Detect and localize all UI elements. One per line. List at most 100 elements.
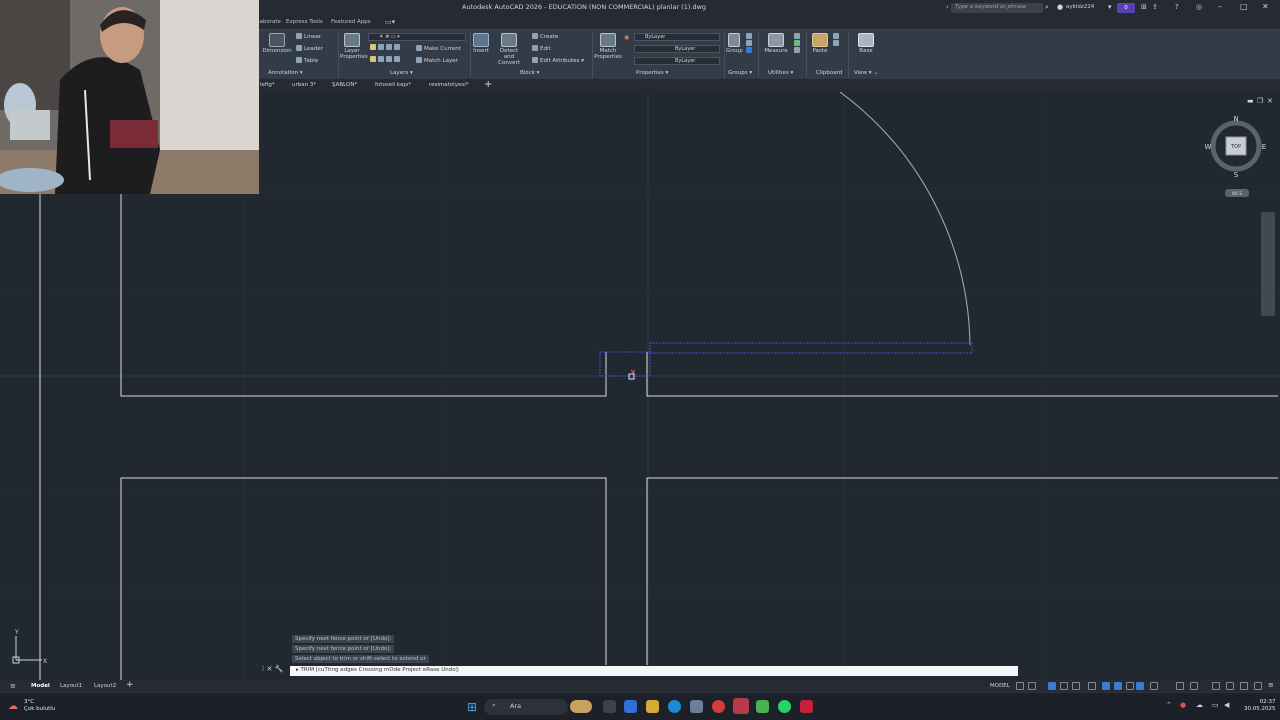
widgets-icon[interactable] xyxy=(624,700,637,713)
viewcube-face-label[interactable]: TOP xyxy=(1230,144,1241,150)
close-command-icon[interactable]: ✕ xyxy=(266,665,272,673)
chevron-right-icon[interactable]: › xyxy=(946,3,949,11)
maximize-button[interactable]: □ xyxy=(1240,2,1248,11)
navigation-bar[interactable] xyxy=(1261,212,1275,316)
recording-app-icon[interactable] xyxy=(733,698,749,714)
clipboard-tools[interactable] xyxy=(833,33,841,47)
model-space-label[interactable]: MODEL xyxy=(990,683,1010,689)
taskbar-search[interactable]: ⌕ Ara xyxy=(484,699,568,715)
ortho-toggle-icon[interactable] xyxy=(1048,682,1056,690)
group-button[interactable]: Group xyxy=(726,33,743,54)
annotation-group-label[interactable]: Annotation ▾ xyxy=(268,70,303,76)
clipboard-group-label[interactable]: Clipboard xyxy=(816,70,842,76)
network-icon[interactable]: ▭ xyxy=(1212,701,1219,709)
layer-dropdown[interactable]: ☀ ❄ ▭ ▾ xyxy=(368,33,466,41)
tray-overflow-icon[interactable]: ⌃ xyxy=(1166,701,1172,709)
user-icon[interactable]: ● xyxy=(1057,3,1063,11)
utilities-group-label[interactable]: Utilities ▾ xyxy=(768,70,793,76)
linear-button[interactable]: Linear xyxy=(296,33,321,40)
file-tab[interactable]: ŞABLON* xyxy=(332,82,357,88)
paste-button[interactable]: Paste xyxy=(810,33,830,54)
groups-group-label[interactable]: Groups ▾ xyxy=(728,70,752,76)
ribbon-toggle-icon[interactable]: ▭▾ xyxy=(385,18,395,26)
tab-express-tools[interactable]: Express Tools xyxy=(286,19,323,25)
minimize-button[interactable]: – xyxy=(1218,2,1222,11)
match-properties-button[interactable]: Match Properties xyxy=(594,33,622,60)
file-tab[interactable]: lefig* xyxy=(260,82,275,88)
layout-tab-layout1[interactable]: Layout1 xyxy=(60,683,82,689)
search-highlight-icon[interactable] xyxy=(570,700,592,713)
osnap-track-icon[interactable] xyxy=(1088,682,1096,690)
measure-button[interactable]: Measure xyxy=(762,33,790,54)
search-input[interactable]: Type a keyword or phrase xyxy=(951,3,1043,13)
hamburger-menu-icon[interactable]: ≡ xyxy=(10,682,16,690)
add-layout-plus-icon[interactable]: + xyxy=(126,680,134,690)
dimension-button[interactable]: Dimension xyxy=(262,33,292,54)
customize-icon[interactable]: ⁝ xyxy=(262,665,264,673)
group-tools[interactable] xyxy=(746,33,754,54)
cart-icon[interactable]: ⊞ xyxy=(1141,3,1147,11)
customization-menu-icon[interactable]: ≡ xyxy=(1268,681,1274,689)
task-view-icon[interactable] xyxy=(603,700,616,713)
whatsapp-icon[interactable] xyxy=(778,700,791,713)
osnap-toggle-icon[interactable] xyxy=(1102,682,1110,690)
tab-collaborate[interactable]: laborate xyxy=(258,19,281,25)
weather-icon[interactable]: ☁ xyxy=(8,701,18,712)
base-button[interactable]: Base xyxy=(856,33,876,54)
command-line-tools[interactable]: ⁝ ✕ 🔧 xyxy=(262,665,283,673)
linetype-dropdown[interactable]: ByLayer xyxy=(634,45,720,53)
search-icon[interactable]: ⌕ xyxy=(1045,3,1049,12)
block-group-label[interactable]: Block ▾ xyxy=(520,70,539,76)
make-current-button[interactable]: Make Current xyxy=(416,45,461,52)
layers-group-label[interactable]: Layers ▾ xyxy=(390,70,413,76)
layout-tab-layout2[interactable]: Layout2 xyxy=(94,683,116,689)
layer-tools-row1[interactable] xyxy=(370,44,402,51)
file-explorer-icon[interactable] xyxy=(646,700,659,713)
settings-icon[interactable]: ◎ xyxy=(1196,3,1202,11)
file-tab[interactable]: resimatolyesi* xyxy=(429,82,468,88)
notification-badge[interactable]: 0 xyxy=(1117,3,1135,13)
hardware-accel-icon[interactable] xyxy=(1226,682,1234,690)
tab-featured-apps[interactable]: Featured Apps xyxy=(331,19,371,25)
insert-button[interactable]: Insert xyxy=(472,33,490,54)
viewcube-west[interactable]: W xyxy=(1205,143,1212,151)
tray-cloud-icon[interactable]: ☁ xyxy=(1196,701,1203,709)
grid-toggle-icon[interactable] xyxy=(1016,682,1024,690)
utility-tools[interactable] xyxy=(794,33,802,54)
close-button[interactable]: ✕ xyxy=(1262,2,1269,11)
polar-toggle-icon[interactable] xyxy=(1060,682,1068,690)
isodraft-toggle-icon[interactable] xyxy=(1072,682,1080,690)
file-tab[interactable]: fotoseli kapı* xyxy=(375,82,411,88)
edit-attributes-button[interactable]: Edit Attributes ▾ xyxy=(532,57,584,64)
new-tab-plus-icon[interactable]: + xyxy=(484,79,492,90)
viewcube-east[interactable]: E xyxy=(1262,143,1266,151)
layer-tools-row2[interactable] xyxy=(370,56,402,63)
properties-group-label[interactable]: Properties ▾ xyxy=(636,70,668,76)
store-icon[interactable] xyxy=(690,700,703,713)
lineweight-dropdown[interactable]: ByLayer xyxy=(634,57,720,65)
fullscreen-icon[interactable] xyxy=(1254,682,1262,690)
viewport-minimize-icon[interactable]: ▬ xyxy=(1247,97,1254,105)
viewcube-north[interactable]: N xyxy=(1233,115,1238,123)
layer-properties-button[interactable]: Layer Properties xyxy=(340,33,368,60)
start-menu-icon[interactable]: ⊞ xyxy=(467,700,477,714)
volume-icon[interactable]: ◀ xyxy=(1224,701,1229,709)
match-layer-button[interactable]: Match Layer xyxy=(416,57,458,64)
tray-app-icon[interactable]: ● xyxy=(1180,701,1186,709)
color-dropdown[interactable]: ByLayer xyxy=(634,33,720,41)
detect-convert-button[interactable]: Detect and Convert xyxy=(494,33,524,66)
user-name[interactable]: aykldz224 xyxy=(1066,4,1094,10)
gear-icon[interactable] xyxy=(1190,682,1198,690)
command-input[interactable]: ▸ TRIM [cuTting edges Crossing mOde Proj… xyxy=(290,666,1018,676)
share-icon[interactable]: ⇪ xyxy=(1152,3,1158,11)
table-button[interactable]: Table xyxy=(296,57,318,64)
viewport-close-icon[interactable]: ✕ xyxy=(1267,97,1273,105)
weather-widget[interactable]: 3°C Çok bulutlu xyxy=(24,699,55,713)
viewcube-south[interactable]: S xyxy=(1234,171,1239,179)
autocad-app-icon[interactable] xyxy=(800,700,813,713)
leader-button[interactable]: Leader xyxy=(296,45,323,52)
viewport-restore-icon[interactable]: ❐ xyxy=(1257,97,1263,105)
android-app-icon[interactable] xyxy=(756,700,769,713)
edge-browser-icon[interactable] xyxy=(668,700,681,713)
wcs-label[interactable]: WCS xyxy=(1232,191,1243,197)
